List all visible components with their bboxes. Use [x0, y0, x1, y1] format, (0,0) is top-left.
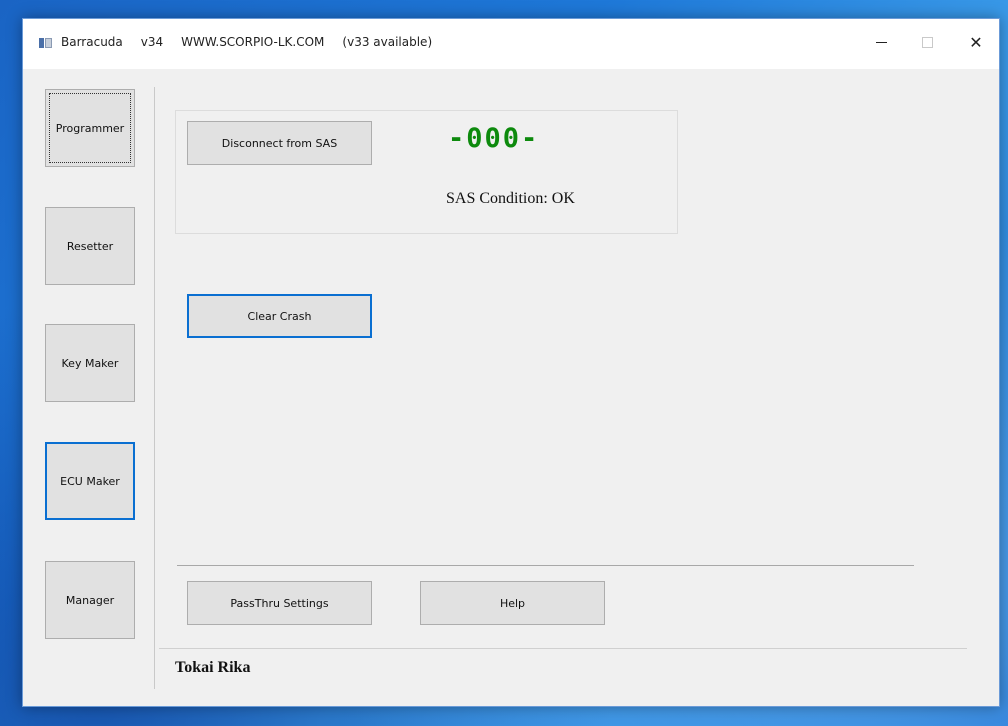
app-window-icon — [39, 38, 52, 48]
close-button[interactable]: ✕ — [953, 19, 999, 65]
sidebar-item-ecu-maker[interactable]: ECU Maker — [45, 442, 135, 520]
sidebar-item-resetter[interactable]: Resetter — [45, 207, 135, 285]
passthru-settings-button[interactable]: PassThru Settings — [187, 581, 372, 625]
minimize-button[interactable] — [858, 19, 904, 65]
update-notice: (v33 available) — [342, 35, 433, 49]
sidebar-item-label: Manager — [65, 593, 115, 607]
sidebar-divider — [154, 87, 155, 689]
app-window: Barracuda v34 WWW.SCORPIO-LK.COM (v33 avail… — [22, 18, 1000, 707]
footer-separator — [159, 648, 967, 649]
maximize-icon — [921, 36, 933, 48]
app-version: v34 — [140, 35, 164, 49]
sas-status-code: -000- — [448, 123, 540, 154]
window-title: Barracuda v34 WWW.SCORPIO-LK.COM (v33 avail… — [61, 35, 450, 49]
sidebar-item-manager[interactable]: Manager — [45, 561, 135, 639]
sidebar-item-programmer[interactable]: Programmer — [45, 89, 135, 167]
help-button[interactable]: Help — [420, 581, 605, 625]
sidebar-item-label: Resetter — [66, 239, 114, 253]
module-name-label: Tokai Rika — [175, 659, 251, 676]
disconnect-sas-button[interactable]: Disconnect from SAS — [187, 121, 372, 165]
sas-condition-text: SAS Condition: OK — [446, 190, 575, 207]
help-label: Help — [499, 596, 526, 610]
sidebar-item-label: Key Maker — [61, 356, 119, 370]
passthru-settings-label: PassThru Settings — [230, 596, 329, 610]
app-name: Barracuda — [61, 35, 123, 49]
disconnect-sas-label: Disconnect from SAS — [221, 136, 338, 150]
minimize-icon — [875, 41, 887, 43]
sidebar-item-key-maker[interactable]: Key Maker — [45, 324, 135, 402]
bottom-separator — [177, 565, 914, 566]
title-bar[interactable]: Barracuda v34 WWW.SCORPIO-LK.COM (v33 avail… — [23, 19, 999, 69]
client-area: Programmer Resetter Key Maker ECU Maker … — [23, 69, 999, 706]
clear-crash-label: Clear Crash — [247, 309, 312, 323]
website-text: WWW.SCORPIO-LK.COM — [181, 35, 325, 49]
close-icon: ✕ — [969, 32, 983, 52]
maximize-button[interactable] — [904, 19, 950, 65]
sidebar-item-label: ECU Maker — [60, 474, 120, 488]
clear-crash-button[interactable]: Clear Crash — [187, 294, 372, 338]
